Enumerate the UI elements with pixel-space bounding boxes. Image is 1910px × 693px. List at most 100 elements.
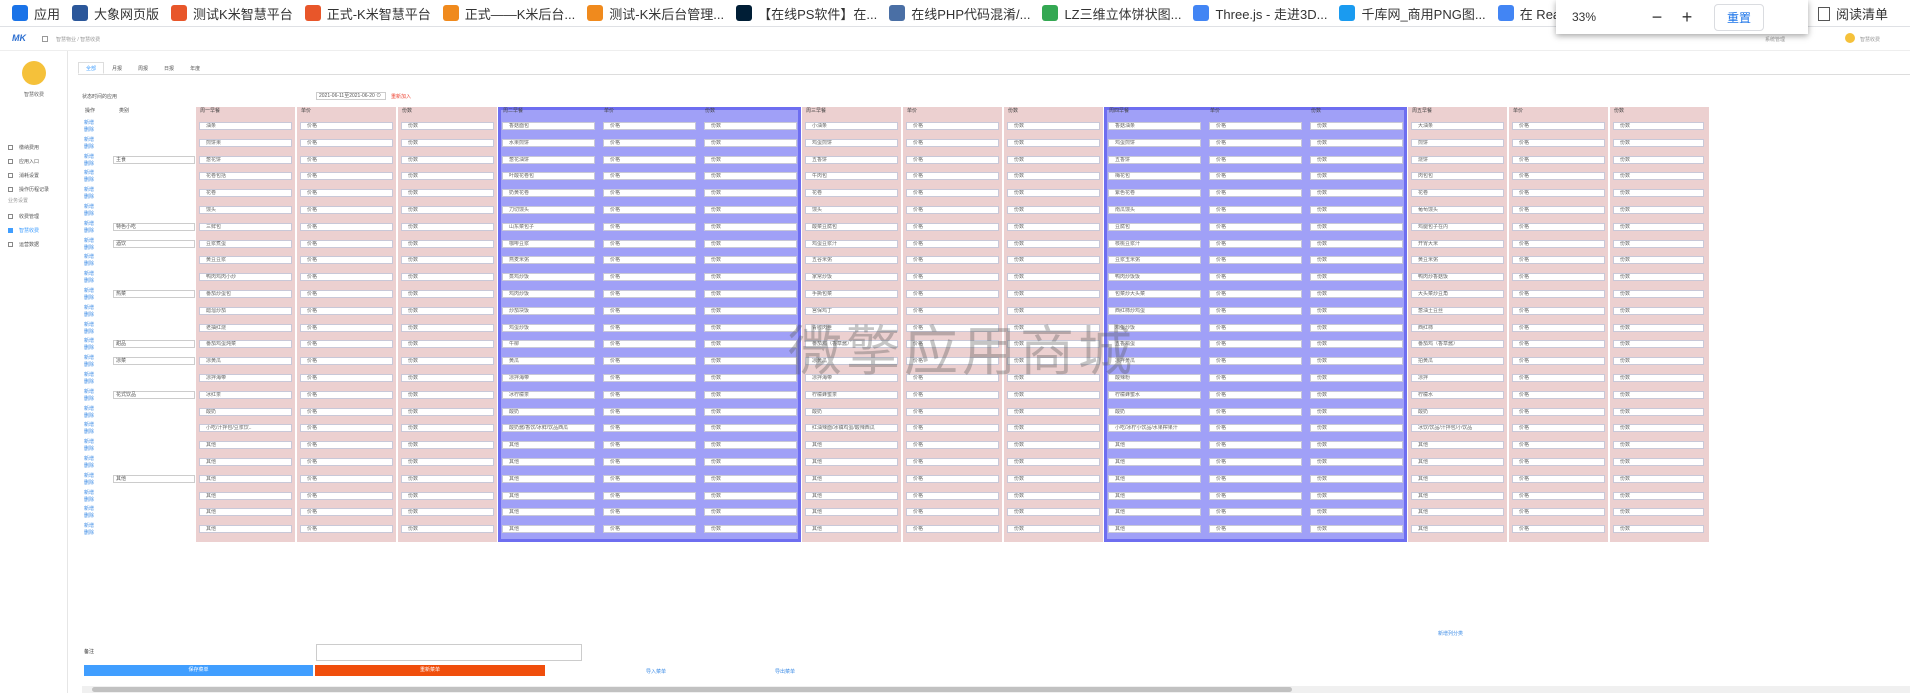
dish-name-input[interactable]: 酸奶酱/香饮/冰鲜/饮品西瓜 xyxy=(502,424,595,433)
dish-name-input[interactable]: 老抽红烧 xyxy=(199,323,292,332)
dish-name-input[interactable]: 香菇面包 xyxy=(502,122,595,130)
dish-name-input[interactable]: 其他 xyxy=(502,441,595,450)
dish-name-input[interactable]: 五香饼 xyxy=(805,155,898,164)
qty-input[interactable]: 份数 xyxy=(401,491,494,500)
bookmark-item[interactable]: 正式——K米后台... xyxy=(442,0,575,26)
qty-input[interactable]: 份数 xyxy=(1613,340,1704,349)
dish-name-input[interactable]: 奶黄花卷 xyxy=(502,189,595,198)
qty-input[interactable]: 份数 xyxy=(704,256,797,265)
price-input[interactable]: 价格 xyxy=(906,239,999,248)
bookmark-item[interactable]: 【在线PS软件】在... xyxy=(736,0,877,26)
price-input[interactable]: 价格 xyxy=(300,390,393,399)
qty-input[interactable]: 份数 xyxy=(1310,290,1403,298)
price-input[interactable]: 价格 xyxy=(906,256,999,265)
qty-input[interactable]: 份数 xyxy=(1007,239,1100,248)
bookmark-item[interactable]: 在线PHP代码混淆/... xyxy=(889,0,1030,26)
price-input[interactable]: 价格 xyxy=(1209,155,1302,164)
price-input[interactable]: 价格 xyxy=(906,206,999,214)
qty-input[interactable]: 份数 xyxy=(1310,357,1403,366)
qty-input[interactable]: 份数 xyxy=(1310,525,1403,534)
price-input[interactable]: 价格 xyxy=(603,525,696,534)
dish-name-input[interactable]: 黄瓜 xyxy=(502,357,595,366)
row-actions[interactable]: 新增 删除 xyxy=(84,288,94,302)
add-column-link[interactable]: 新增列分类 xyxy=(1438,630,1463,637)
price-input[interactable]: 价格 xyxy=(1209,525,1302,534)
dish-name-input[interactable]: 鸡肉炒饭 xyxy=(502,290,595,298)
price-input[interactable]: 价格 xyxy=(1209,357,1302,366)
price-input[interactable]: 价格 xyxy=(1512,491,1605,500)
qty-input[interactable]: 份数 xyxy=(1310,407,1403,416)
price-input[interactable]: 价格 xyxy=(1209,138,1302,147)
row-actions[interactable]: 新增 删除 xyxy=(84,506,94,520)
price-input[interactable]: 价格 xyxy=(603,374,696,382)
qty-input[interactable]: 份数 xyxy=(401,525,494,534)
dish-name-input[interactable]: 牛柳 xyxy=(502,340,595,349)
price-input[interactable]: 价格 xyxy=(300,306,393,315)
zoom-in-button[interactable]: + xyxy=(1672,7,1702,28)
qty-input[interactable]: 份数 xyxy=(1007,138,1100,147)
qty-input[interactable]: 份数 xyxy=(1613,474,1704,483)
dish-name-input[interactable]: 柠檬水 xyxy=(1411,390,1504,399)
sidebar-item[interactable]: 应用入口 xyxy=(8,155,39,167)
qty-input[interactable]: 份数 xyxy=(1613,122,1704,130)
qty-input[interactable]: 份数 xyxy=(1613,290,1704,298)
dish-name-input[interactable]: 冰红茶 xyxy=(199,390,292,399)
price-input[interactable]: 价格 xyxy=(603,441,696,450)
qty-input[interactable]: 份数 xyxy=(1613,239,1704,248)
dish-name-input[interactable]: 香菇油条 xyxy=(1108,122,1201,130)
price-input[interactable]: 价格 xyxy=(603,474,696,483)
qty-input[interactable]: 份数 xyxy=(704,491,797,500)
sidebar-item[interactable]: 智慧收费 xyxy=(8,224,39,236)
dish-name-input[interactable]: 鸭肉炒饭饭 xyxy=(1108,273,1201,282)
qty-input[interactable]: 份数 xyxy=(401,273,494,282)
price-input[interactable]: 价格 xyxy=(300,525,393,534)
reset-menu-button[interactable]: 重新菜单 xyxy=(315,665,545,676)
qty-input[interactable]: 份数 xyxy=(401,306,494,315)
zoom-reset-button[interactable]: 重置 xyxy=(1714,3,1765,31)
qty-input[interactable]: 份数 xyxy=(704,138,797,147)
dish-name-input[interactable]: 番茄鸡（香草酱） xyxy=(1411,340,1504,349)
qty-input[interactable]: 份数 xyxy=(1007,474,1100,483)
qty-input[interactable]: 份数 xyxy=(1613,306,1704,315)
dish-name-input[interactable]: 其他 xyxy=(502,458,595,466)
price-input[interactable]: 价格 xyxy=(1512,374,1605,382)
price-input[interactable]: 价格 xyxy=(906,491,999,500)
dish-name-input[interactable]: 柠檬蜂蜜水 xyxy=(1108,390,1201,399)
dish-name-input[interactable]: 凉拌 xyxy=(1411,374,1504,382)
price-input[interactable]: 价格 xyxy=(603,407,696,416)
qty-input[interactable]: 份数 xyxy=(1007,122,1100,130)
row-actions[interactable]: 新增 删除 xyxy=(84,422,94,436)
qty-input[interactable]: 份数 xyxy=(1310,508,1403,517)
price-input[interactable]: 价格 xyxy=(906,441,999,450)
dish-name-input[interactable]: 其他 xyxy=(1411,525,1504,534)
price-input[interactable]: 价格 xyxy=(1512,390,1605,399)
price-input[interactable]: 价格 xyxy=(300,273,393,282)
qty-input[interactable]: 份数 xyxy=(1310,273,1403,282)
dish-name-input[interactable]: 小吃/汗拌包/豆浆饮.. xyxy=(199,424,292,433)
row-actions[interactable]: 新增 删除 xyxy=(84,406,94,420)
qty-input[interactable]: 份数 xyxy=(1613,525,1704,534)
dish-name-input[interactable]: 其他 xyxy=(199,441,292,450)
price-input[interactable]: 价格 xyxy=(1512,508,1605,517)
sidebar-item[interactable]: 操作历程记录 xyxy=(8,183,49,195)
reset-link[interactable]: 重新加入 xyxy=(391,93,411,100)
row-actions[interactable]: 新增 删除 xyxy=(84,238,94,252)
qty-input[interactable]: 份数 xyxy=(1007,424,1100,433)
qty-input[interactable]: 份数 xyxy=(1007,222,1100,231)
dish-name-input[interactable]: 酸菜豆腐包 xyxy=(805,222,898,231)
price-input[interactable]: 价格 xyxy=(603,122,696,130)
dish-name-input[interactable]: 鸡蛋煎饼 xyxy=(1108,138,1201,147)
qty-input[interactable]: 份数 xyxy=(1007,172,1100,181)
price-input[interactable]: 价格 xyxy=(906,390,999,399)
dish-name-input[interactable]: 其他 xyxy=(1108,441,1201,450)
dish-name-input[interactable]: 凉黄瓜 xyxy=(199,357,292,366)
price-input[interactable]: 价格 xyxy=(1209,273,1302,282)
qty-input[interactable]: 份数 xyxy=(1613,172,1704,181)
row-actions[interactable]: 新增 删除 xyxy=(84,187,94,201)
dish-name-input[interactable]: 炒茄块饭 xyxy=(502,306,595,315)
row-actions[interactable]: 新增 删除 xyxy=(84,338,94,352)
qty-input[interactable]: 份数 xyxy=(704,340,797,349)
qty-input[interactable]: 份数 xyxy=(401,138,494,147)
dish-name-input[interactable]: 大油条 xyxy=(1411,122,1504,130)
price-input[interactable]: 价格 xyxy=(1512,189,1605,198)
